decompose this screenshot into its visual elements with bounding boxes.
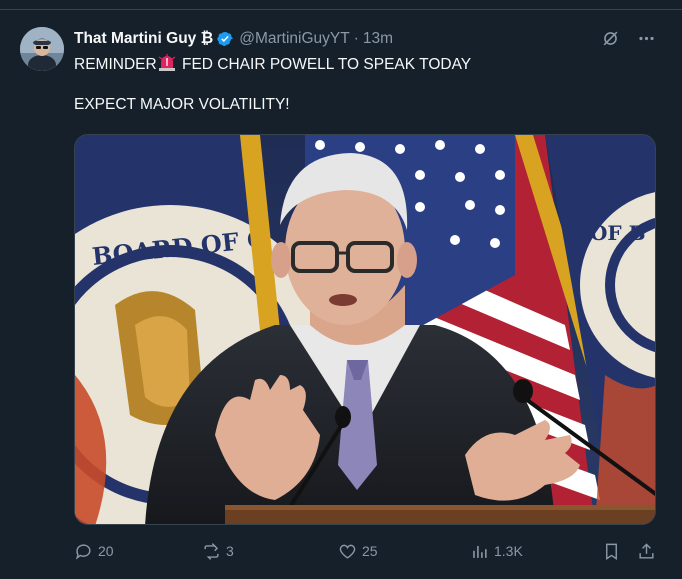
tweet[interactable]: That Martini Guy ₿ @MartiniGuyYT · 13m R… bbox=[0, 10, 682, 579]
header-actions bbox=[600, 28, 656, 48]
tweet-text-line-1: REMINDER FED CHAIR POWELL TO SPEAK TODAY bbox=[74, 54, 654, 75]
share-button[interactable] bbox=[637, 542, 656, 561]
retweet-icon bbox=[204, 542, 219, 560]
like-button[interactable]: 25 bbox=[338, 542, 378, 561]
retweet-button[interactable]: 3 bbox=[202, 542, 234, 561]
views-count: 1.3K bbox=[494, 543, 523, 559]
seal-text-right: OF B bbox=[590, 221, 646, 245]
timestamp[interactable]: 13m bbox=[363, 30, 393, 48]
bookmark-button[interactable] bbox=[602, 542, 621, 561]
avatar[interactable] bbox=[20, 27, 64, 71]
author-name[interactable]: That Martini Guy ₿ bbox=[74, 30, 213, 48]
bookmark-icon bbox=[606, 543, 617, 560]
author-handle[interactable]: @MartiniGuyYT bbox=[239, 30, 349, 48]
tweet-media-photo[interactable]: BOARD OF G OF B bbox=[74, 134, 656, 525]
timeline-divider bbox=[0, 0, 682, 10]
separator: · bbox=[353, 30, 359, 47]
reply-button[interactable]: 20 bbox=[74, 542, 114, 561]
tweet-header: That Martini Guy ₿ @MartiniGuyYT · 13m bbox=[74, 28, 393, 50]
like-count: 25 bbox=[362, 543, 378, 559]
text-fed-chair: FED CHAIR POWELL TO SPEAK TODAY bbox=[177, 56, 472, 73]
reply-count: 20 bbox=[98, 543, 114, 559]
retweet-count: 3 bbox=[226, 543, 234, 559]
tweet-text-line-2: EXPECT MAJOR VOLATILITY! bbox=[74, 96, 290, 113]
tweet-actions: 20 3 25 1.3K bbox=[74, 540, 658, 562]
heart-icon bbox=[339, 544, 356, 559]
share-icon bbox=[639, 542, 654, 559]
more-icon[interactable] bbox=[636, 28, 656, 48]
views-icon bbox=[473, 545, 487, 558]
verified-badge-icon bbox=[216, 30, 234, 48]
views-button[interactable]: 1.3K bbox=[470, 542, 523, 561]
grok-icon[interactable] bbox=[600, 28, 620, 48]
siren-emoji-icon bbox=[158, 54, 176, 72]
tweet-text: REMINDER FED CHAIR POWELL TO SPEAK TODAY… bbox=[74, 54, 654, 115]
reply-icon bbox=[75, 543, 91, 560]
text-reminder: REMINDER bbox=[74, 56, 157, 73]
